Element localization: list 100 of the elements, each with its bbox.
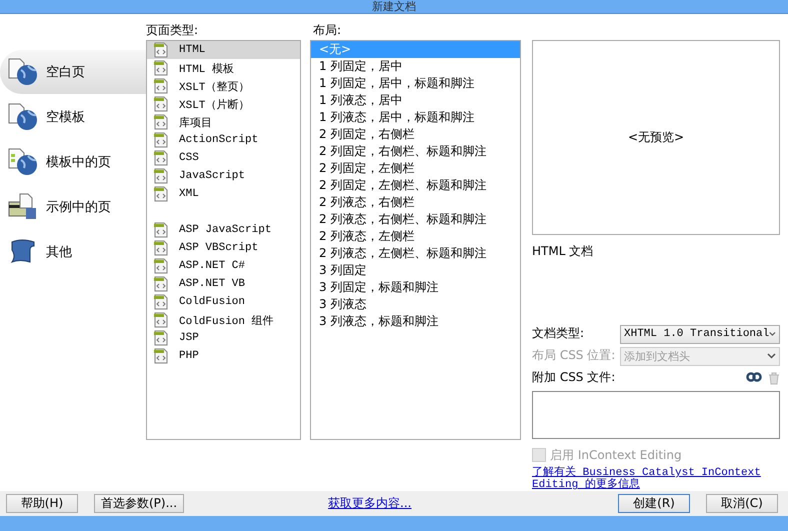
layout-item[interactable]: 2 列固定，右侧栏、标题和脚注 (311, 143, 520, 160)
page-type-item[interactable]: HTML (147, 41, 300, 60)
attach-css-label: 附加 CSS 文件: (532, 369, 616, 386)
page-type-item[interactable]: XSLT（整页） (147, 77, 300, 96)
page-globe-icon (8, 58, 38, 86)
category-item[interactable]: 其他 (0, 230, 146, 274)
page-type-label: ASP JavaScript (179, 224, 272, 236)
code-file-icon (153, 150, 169, 166)
code-file-icon (153, 330, 169, 346)
code-file-icon (153, 240, 169, 256)
layout-label: 布局: (312, 22, 342, 40)
caret-icon (767, 353, 776, 360)
page-type-item[interactable]: ColdFusion (147, 293, 300, 312)
layout-item[interactable]: 1 列固定，居中，标题和脚注 (311, 75, 520, 92)
category-item[interactable]: 空白页 (0, 50, 146, 94)
page-type-label: ASP.NET VB (179, 278, 246, 290)
layout-item[interactable]: 2 列液态，右侧栏 (311, 194, 520, 212)
page-type-label: XML (179, 188, 199, 200)
page-type-item[interactable]: ColdFusion 组件 (147, 311, 300, 330)
preview-description: HTML 文档 (532, 243, 594, 260)
code-file-icon (153, 312, 169, 328)
doc-type-select[interactable]: XHTML 1.0 Transitional (620, 324, 780, 344)
code-file-icon (153, 258, 169, 274)
code-file-icon (153, 294, 169, 310)
category-label: 示例中的页 (46, 199, 111, 216)
page-type-item[interactable]: ASP.NET VB (147, 275, 300, 294)
doc-type-label: 文档类型: (532, 325, 584, 342)
page-type-label: PHP (179, 350, 199, 362)
code-file-icon (153, 186, 169, 202)
code-file-icon (153, 132, 169, 148)
page-type-item[interactable]: CSS (147, 149, 300, 168)
page-type-item[interactable]: HTML 模板 (147, 59, 300, 78)
page-type-item[interactable]: JavaScript (147, 167, 300, 186)
preferences-button[interactable]: 首选参数(P)... (94, 494, 184, 514)
page-type-label: JSP (179, 332, 199, 344)
trash-icon[interactable] (768, 372, 780, 385)
code-file-icon (153, 96, 169, 112)
layout-item[interactable]: 3 列液态 (311, 296, 520, 314)
page-type-item[interactable]: PHP (147, 347, 300, 366)
page-type-label: 库项目 (179, 116, 212, 130)
category-item[interactable]: 示例中的页 (0, 185, 146, 230)
page-globe-icon (8, 103, 38, 132)
layout-item[interactable]: 1 列液态，居中，标题和脚注 (311, 109, 520, 126)
code-file-icon (153, 348, 169, 364)
code-file-icon (153, 114, 169, 130)
layout-item[interactable]: 1 列液态，居中 (311, 92, 520, 110)
page-type-item[interactable]: ASP.NET C# (147, 257, 300, 276)
layout-item[interactable]: 2 列液态，左侧栏、标题和脚注 (311, 245, 520, 262)
code-file-icon (153, 222, 169, 238)
incontext-label: 启用 InContext Editing (550, 446, 682, 464)
caret-icon (769, 331, 776, 338)
more-content-link[interactable]: 获取更多内容... (328, 495, 412, 512)
layout-item[interactable]: 2 列液态，右侧栏、标题和脚注 (311, 211, 520, 228)
page-type-label: CSS (179, 152, 199, 164)
page-type-item[interactable]: XSLT（片断） (147, 95, 300, 114)
layout-item[interactable]: 3 列固定 (311, 262, 520, 280)
page-type-label: ASP VBScript (179, 242, 258, 254)
css-file-list[interactable] (532, 391, 780, 440)
category-label: 空模板 (46, 109, 85, 126)
page-type-label: ColdFusion (179, 296, 246, 308)
code-file-icon (153, 78, 169, 94)
page-type-label: ActionScript (179, 134, 258, 146)
cancel-button[interactable]: 取消(C) (706, 494, 778, 514)
page-type-label: JavaScript (179, 170, 246, 182)
sample-page-icon (8, 193, 38, 222)
page-type-item[interactable]: ASP VBScript (147, 239, 300, 258)
code-file-icon (153, 42, 169, 58)
page-type-item[interactable]: ASP JavaScript (147, 221, 300, 240)
link-icon[interactable] (746, 372, 762, 382)
template-globe-icon (8, 148, 38, 176)
category-label: 空白页 (46, 64, 85, 82)
category-item[interactable]: 空模板 (0, 95, 146, 140)
code-file-icon (153, 276, 169, 292)
layout-item[interactable]: 3 列液态，标题和脚注 (311, 313, 520, 330)
layout-item[interactable]: 2 列固定，左侧栏 (311, 160, 520, 178)
layout-item[interactable]: 1 列固定，居中 (311, 58, 520, 76)
category-item[interactable]: 模板中的页 (0, 140, 146, 184)
page-type-label: XSLT（整页） (179, 80, 250, 94)
layout-css-label: 布局 CSS 位置: (532, 347, 616, 364)
code-file-icon (153, 168, 169, 184)
page-type-item[interactable]: XML (147, 185, 300, 204)
info-link[interactable]: 了解有关 Business Catalyst InContext Editing 的更多信息 (532, 467, 780, 492)
page-type-label: ASP.NET C# (179, 260, 246, 272)
page-type-label: XSLT（片断） (179, 98, 250, 112)
layout-item[interactable]: 2 列固定，右侧栏 (311, 126, 520, 144)
code-file-icon (153, 60, 169, 76)
page-type-item[interactable]: 库项目 (147, 113, 300, 132)
create-button[interactable]: 创建(R) (618, 494, 690, 514)
page-type-item[interactable]: JSP (147, 329, 300, 348)
layout-item[interactable]: 3 列固定，标题和脚注 (311, 279, 520, 296)
window-title: 新建文档 (372, 0, 416, 14)
page-type-label: HTML 模板 (179, 62, 234, 76)
page-type-label: HTML (179, 44, 206, 56)
page-type-item[interactable]: ActionScript (147, 131, 300, 150)
layout-item[interactable]: 2 列固定，左侧栏、标题和脚注 (311, 177, 520, 194)
help-button[interactable]: 帮助(H) (6, 494, 78, 514)
category-label: 其他 (46, 244, 72, 262)
preview-text: <无预览> (628, 129, 684, 146)
category-label: 模板中的页 (46, 154, 111, 172)
layout-item[interactable]: 2 列液态，左侧栏 (311, 228, 520, 246)
